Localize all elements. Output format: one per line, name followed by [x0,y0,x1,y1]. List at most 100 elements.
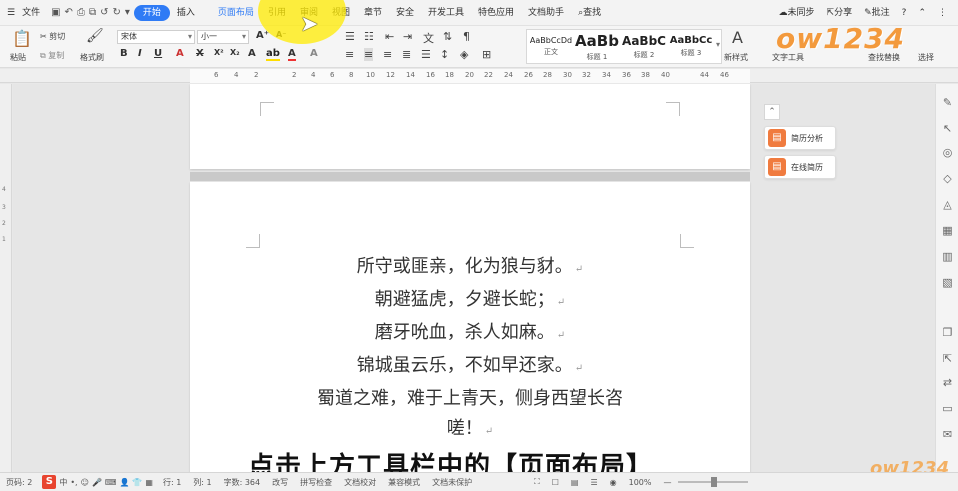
font-size-select[interactable]: 小一 [197,30,249,44]
tab-chapter[interactable]: 章节 [357,0,389,26]
font-effect-button[interactable]: A [176,48,184,59]
ime-chinese-icon[interactable]: 中 [59,477,67,488]
word-count[interactable]: 字数: 364 [218,477,267,488]
online-resume-button[interactable]: ▤ 在线简历 [764,155,836,179]
more-icon[interactable]: ⋮ [933,0,952,26]
menu-icon[interactable]: ☰ [0,0,22,26]
highlight-button[interactable]: ab [266,48,280,61]
customize-icon[interactable]: ▾ [125,7,130,18]
horizontal-ruler[interactable]: 6 4 2 2 4 6 8 10 12 14 16 18 20 22 24 26… [0,69,958,83]
superscript-button[interactable]: X² [214,48,224,57]
outline-view-icon[interactable]: ☰ [584,478,603,487]
select-button[interactable]: 选择 [918,52,934,63]
tab-features[interactable]: 特色应用 [471,0,521,26]
tab-doc-assistant[interactable]: 文档助手 [521,0,571,26]
web-view-icon[interactable]: ◉ [604,478,623,487]
format-painter-button[interactable]: 格式刷 [80,52,104,63]
location-icon[interactable]: ◎ [941,146,954,159]
undo-history-icon[interactable]: ↶ [65,7,73,18]
style-heading-2[interactable]: AaBbC 标题 2 [621,32,667,60]
fullscreen-icon[interactable]: ⛶ [528,477,546,487]
pages-icon[interactable]: ❐ [941,326,954,339]
chart-icon[interactable]: ▧ [941,276,954,289]
page-2[interactable]: 所守或匪亲，化为狼与豺。 ↵ 朝避猛虎，夕避长蛇； ↵ 磨牙吮血，杀人如麻。 ↵ 锦城… [190,182,750,472]
chinese-layout-icon[interactable]: 文 [423,30,434,46]
page-view-icon[interactable]: ▤ [565,478,585,487]
subscript-button[interactable]: X₂ [230,48,240,57]
collapse-ribbon-icon[interactable]: ⌃ [913,0,931,26]
preview-icon[interactable]: ⧉ [89,7,96,18]
font-name-select[interactable]: 宋体 [117,30,195,44]
paste-button[interactable]: 粘贴 [10,52,26,63]
document-canvas[interactable]: 所守或匪亲，化为狼与豺。 ↵ 朝避猛虎，夕避长蛇； ↵ 磨牙吮血，杀人如麻。 ↵ 锦城… [13,84,935,472]
panel-collapse-icon[interactable]: ⌃ [764,104,780,120]
tab-security[interactable]: 安全 [389,0,421,26]
font-color-button[interactable]: A [288,48,296,61]
vertical-ruler[interactable]: 4 3 2 1 [0,84,12,472]
ime-keyboard-icon[interactable]: ⌨ [105,478,117,487]
sogou-ime-icon[interactable]: S [42,475,57,489]
bold-button[interactable]: B [120,48,128,59]
spellcheck-button[interactable]: 拼写检查 [294,477,338,488]
distribute-icon[interactable]: ☰ [421,48,431,61]
new-style-icon[interactable]: A [732,28,743,47]
format-painter-icon[interactable]: 🖌 [86,28,104,44]
numbered-list-icon[interactable]: ☷ [364,30,374,43]
doc-check-button[interactable]: 文档校对 [338,477,382,488]
overwrite-mode[interactable]: 改写 [266,477,294,488]
show-marks-icon[interactable]: ¶ [463,30,470,43]
line-spacing-icon[interactable]: ↕ [440,48,449,61]
style-normal[interactable]: AaBbCcDd 正文 [529,32,573,57]
resume-analysis-button[interactable]: ▤ 简历分析 [764,126,836,150]
ime-voice-icon[interactable]: 🎤 [92,478,102,487]
shapes-icon[interactable]: ◇ [941,172,954,185]
new-style-button[interactable]: 新样式 [724,52,748,63]
save-icon[interactable]: ▣ [51,7,60,18]
border-icon[interactable]: ⊞ [482,48,491,61]
share-out-icon[interactable]: ⇱ [941,352,954,365]
fill-icon[interactable]: ◬ [941,198,954,211]
strikethrough-button[interactable]: X [196,48,204,59]
align-center-icon[interactable]: ≡ [364,48,374,61]
justify-icon[interactable]: ≣ [402,48,411,61]
ime-user-icon[interactable]: 👤 [119,478,129,487]
gallery-scroll-icon[interactable]: ▾ [716,40,720,49]
box-icon[interactable]: ▭ [941,402,954,415]
cut-button[interactable]: ✂ 剪切 [40,31,65,42]
print-icon[interactable]: ⎙ [77,7,85,18]
select-cursor-icon[interactable]: ↖ [941,122,954,135]
underline-button[interactable]: U [154,48,162,59]
ime-punct-icon[interactable]: •, [70,478,77,487]
bullet-list-icon[interactable]: ☰ [345,30,355,43]
zoom-out-icon[interactable]: — [658,478,678,487]
tab-page-layout[interactable]: 页面布局 [202,0,261,26]
ime-skin-icon[interactable]: 👕 [132,478,142,487]
poem-text[interactable]: 所守或匪亲，化为狼与豺。 ↵ 朝避猛虎，夕避长蛇； ↵ 磨牙吮血，杀人如麻。 ↵ 锦城… [190,252,750,447]
edit-icon[interactable]: ✎ [941,96,954,109]
read-mode-icon[interactable]: ☐ [546,478,565,487]
align-left-icon[interactable]: ≡ [345,48,354,61]
mail-icon[interactable]: ✉ [941,428,954,441]
ime-emoji-icon[interactable]: ☺ [81,478,89,487]
search-button[interactable]: ⌕查找 [571,0,608,26]
outdent-icon[interactable]: ⇤ [385,30,394,43]
align-right-icon[interactable]: ≡ [383,48,392,61]
style-heading-3[interactable]: AaBbCc 标题 3 [669,32,713,58]
ime-menu-icon[interactable]: ▦ [145,478,153,487]
table-icon[interactable]: ▦ [941,224,954,237]
zoom-slider[interactable] [677,477,748,487]
zoom-level[interactable]: 100% [623,478,658,487]
page-indicator[interactable]: 页码: 2 [0,477,38,488]
protection-status[interactable]: 文档未保护 [426,477,478,488]
clear-format-button[interactable]: A [248,48,256,59]
translate-icon[interactable]: ⇄ [941,376,954,389]
italic-button[interactable]: I [138,48,142,59]
grid-icon[interactable]: ▥ [941,250,954,263]
indent-icon[interactable]: ⇥ [403,30,412,43]
paste-icon[interactable]: 📋 [12,29,32,48]
char-shading-button[interactable]: A [310,48,318,59]
zoom-slider-thumb[interactable] [710,477,717,487]
shading-icon[interactable]: ◈ [460,48,468,61]
tab-developer[interactable]: 开发工具 [421,0,471,26]
sort-icon[interactable]: ⇅ [443,30,452,43]
